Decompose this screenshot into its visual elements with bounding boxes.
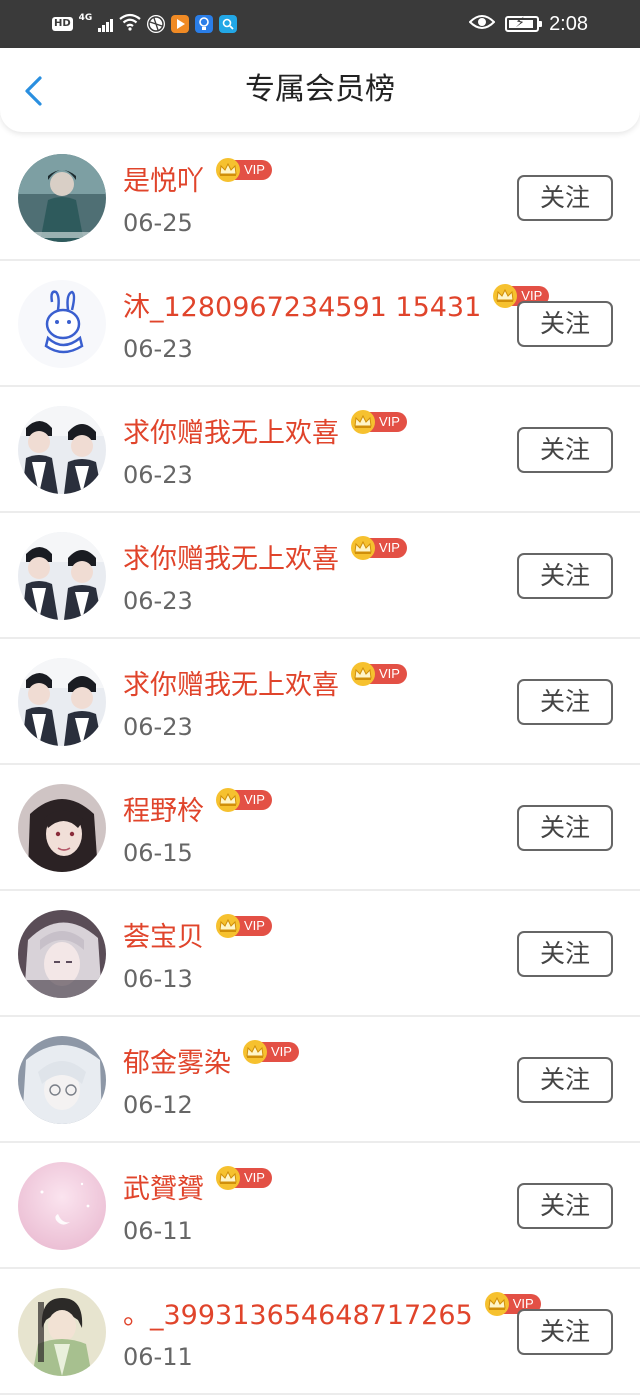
crown-icon [351, 410, 375, 434]
page-title: 专属会员榜 [245, 72, 395, 107]
battery-icon: ⚡ [505, 15, 543, 32]
member-row[interactable]: 求你赠我无上欢喜 VIP 06-23 关注 [0, 513, 640, 639]
vip-badge: VIP [351, 410, 407, 434]
follow-button[interactable]: 关注 [517, 175, 613, 221]
join-date: 06-23 [123, 713, 193, 741]
avatar[interactable] [18, 658, 106, 746]
member-row[interactable]: 武贇贇 VIP 06-11 关注 [0, 1143, 640, 1269]
name-line: 求你赠我无上欢喜 VIP [123, 659, 407, 705]
name-line: 是悦吖 VIP [123, 155, 272, 201]
avatar[interactable] [18, 784, 106, 872]
avatar[interactable] [18, 154, 106, 242]
join-date: 06-11 [123, 1217, 193, 1245]
avatar[interactable] [18, 532, 106, 620]
follow-button[interactable]: 关注 [517, 427, 613, 473]
name-line: 郁金雾染 VIP [123, 1037, 299, 1083]
crown-icon [351, 662, 375, 686]
name-line: 求你赠我无上欢喜 VIP [123, 407, 407, 453]
member-name[interactable]: 求你赠我无上欢喜 [123, 537, 339, 576]
member-name[interactable]: 程野柃 [123, 789, 204, 828]
member-name[interactable]: 沐_1280967234591 15431 [123, 285, 481, 324]
crown-icon [243, 1040, 267, 1064]
name-line: 荟宝贝 VIP [123, 911, 272, 957]
crown-icon [216, 788, 240, 812]
hd-badge: HD [52, 17, 73, 31]
vip-badge: VIP [216, 914, 272, 938]
eye-icon [468, 13, 496, 35]
app-icon-ball [147, 15, 166, 33]
avatar[interactable] [18, 406, 106, 494]
follow-button[interactable]: 关注 [517, 301, 613, 347]
join-date: 06-11 [123, 1343, 193, 1371]
app-icon-bulb [195, 15, 214, 33]
status-icons-right: ⚡ 2:08 [468, 10, 588, 38]
status-icons-left: HD 4G [52, 12, 238, 36]
app-icon-play [171, 15, 190, 33]
app-icon-search [219, 15, 238, 33]
join-date: 06-25 [123, 209, 193, 237]
follow-button[interactable]: 关注 [517, 1183, 613, 1229]
member-row[interactable]: 。_399313654648717265 VIP 06-11 关注 [0, 1269, 640, 1395]
vip-badge: VIP [216, 158, 272, 182]
avatar[interactable] [18, 1036, 106, 1124]
follow-button[interactable]: 关注 [517, 931, 613, 977]
vip-badge: VIP [216, 1166, 272, 1190]
member-name[interactable]: 是悦吖 [123, 159, 204, 198]
member-name[interactable]: 求你赠我无上欢喜 [123, 663, 339, 702]
join-date: 06-23 [123, 587, 193, 615]
join-date: 06-15 [123, 839, 193, 867]
follow-button[interactable]: 关注 [517, 805, 613, 851]
member-row[interactable]: 求你赠我无上欢喜 VIP 06-23 关注 [0, 387, 640, 513]
crown-icon [351, 536, 375, 560]
member-name[interactable]: 武贇贇 [123, 1167, 204, 1206]
avatar[interactable] [18, 1162, 106, 1250]
vip-badge: VIP [351, 662, 407, 686]
wifi-icon [119, 13, 142, 35]
vip-badge: VIP [351, 536, 407, 560]
member-row[interactable]: 荟宝贝 VIP 06-13 关注 [0, 891, 640, 1017]
follow-button[interactable]: 关注 [517, 679, 613, 725]
status-bar: HD 4G ⚡ 2:08 [0, 0, 640, 48]
member-name[interactable]: 荟宝贝 [123, 915, 204, 954]
name-line: 沐_1280967234591 15431 VIP [123, 281, 550, 327]
follow-button[interactable]: 关注 [517, 553, 613, 599]
name-line: 武贇贇 VIP [123, 1163, 272, 1209]
network-type: 4G [78, 13, 93, 23]
crown-icon [484, 1292, 509, 1316]
member-row[interactable]: 程野柃 VIP 06-15 关注 [0, 765, 640, 891]
name-line: 程野柃 VIP [123, 785, 272, 831]
join-date: 06-23 [123, 335, 193, 363]
crown-icon [216, 914, 240, 938]
crown-icon [216, 158, 240, 182]
member-row[interactable]: 求你赠我无上欢喜 VIP 06-23 关注 [0, 639, 640, 765]
name-line: 。_399313654648717265 VIP [123, 1289, 541, 1335]
follow-button[interactable]: 关注 [517, 1309, 613, 1355]
vip-badge: VIP [243, 1040, 299, 1064]
signal-icon [98, 16, 114, 32]
avatar[interactable] [18, 1288, 106, 1376]
member-row[interactable]: 郁金雾染 VIP 06-12 关注 [0, 1017, 640, 1143]
join-date: 06-12 [123, 1091, 193, 1119]
member-name[interactable]: 求你赠我无上欢喜 [123, 411, 339, 450]
name-line: 求你赠我无上欢喜 VIP [123, 533, 407, 579]
app-header: 专属会员榜 [0, 48, 640, 132]
member-row[interactable]: 是悦吖 VIP 06-25 关注 [0, 135, 640, 261]
join-date: 06-23 [123, 461, 193, 489]
crown-icon [216, 1166, 240, 1190]
member-row[interactable]: 沐_1280967234591 15431 VIP 06-23 关注 [0, 261, 640, 387]
member-name[interactable]: 。_399313654648717265 [123, 1293, 473, 1332]
clock: 2:08 [549, 12, 588, 35]
member-list: 是悦吖 VIP 06-25 关注 沐_1280967234591 15431 VIP 06-… [0, 135, 640, 1395]
member-name[interactable]: 郁金雾染 [123, 1041, 231, 1080]
vip-badge: VIP [216, 788, 272, 812]
avatar[interactable] [18, 280, 106, 368]
avatar[interactable] [18, 910, 106, 998]
follow-button[interactable]: 关注 [517, 1057, 613, 1103]
join-date: 06-13 [123, 965, 193, 993]
